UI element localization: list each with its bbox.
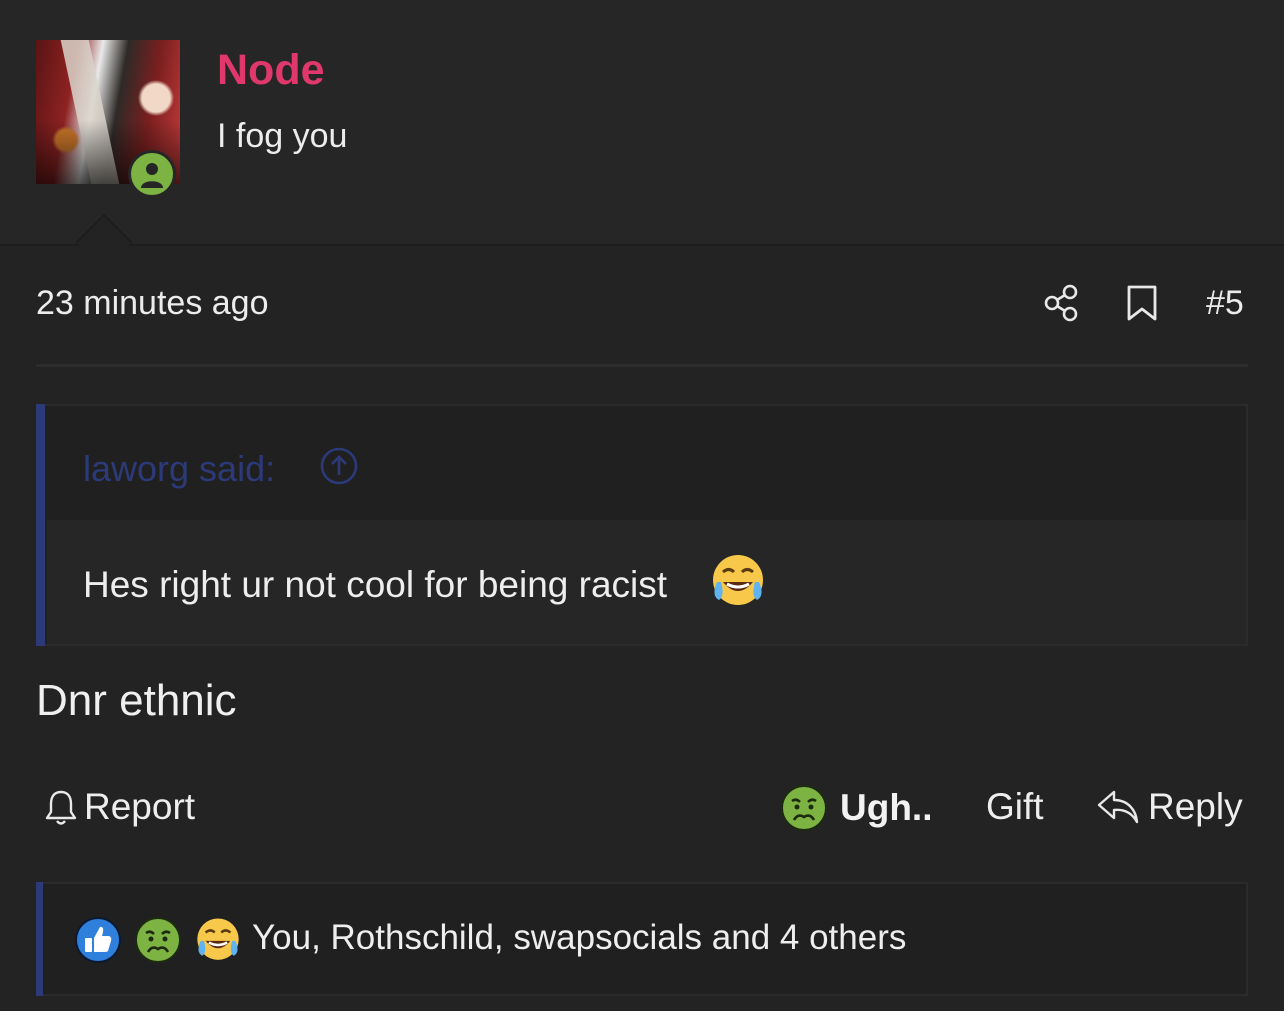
reaction-button[interactable]: Ugh..: [780, 784, 932, 832]
quote-accent-bar: [36, 404, 45, 646]
reactions-summary-link[interactable]: You, Rothschild, swapsocials and 4 other…: [252, 918, 906, 958]
laughing-tears-icon: [197, 918, 239, 960]
quote-author-link[interactable]: laworg said:: [83, 448, 275, 490]
report-label: Report: [84, 786, 196, 827]
share-icon[interactable]: [1044, 284, 1080, 327]
like-icon: [75, 917, 121, 963]
reply-label: Reply: [1148, 786, 1243, 827]
quote-text: Hes right ur not cool for being racist: [83, 564, 668, 605]
reaction-icons: [74, 916, 242, 964]
reactions-accent-bar: [36, 882, 43, 996]
author-name[interactable]: Node: [217, 46, 325, 95]
jump-to-quote-icon[interactable]: [319, 446, 359, 491]
bell-icon: [45, 790, 77, 825]
quote-block: laworg said: Hes right ur not cool for b…: [36, 404, 1248, 646]
reactions-bar: You, Rothschild, swapsocials and 4 other…: [36, 882, 1248, 996]
author-title: I fog you: [217, 117, 348, 155]
quote-body: Hes right ur not cool for being racist: [47, 520, 1246, 644]
online-status-icon: [128, 150, 176, 198]
reaction-label: Ugh..: [840, 787, 933, 828]
laughing-tears-icon: [709, 552, 767, 615]
gift-button[interactable]: Gift: [986, 786, 1044, 828]
reply-arrow-icon: [1097, 790, 1139, 824]
nauseated-face-icon: [781, 785, 827, 831]
quote-header: laworg said:: [47, 406, 1246, 520]
report-button[interactable]: Report: [44, 786, 195, 828]
nauseated-face-icon: [135, 917, 181, 963]
header-divider: [36, 364, 1248, 367]
author-header: Node I fog you: [0, 0, 1284, 246]
post-message: Dnr ethnic: [36, 676, 237, 725]
post-number-link[interactable]: #5: [1206, 284, 1244, 323]
post-timestamp[interactable]: 23 minutes ago: [36, 284, 269, 323]
bookmark-icon[interactable]: [1126, 284, 1158, 327]
user-silhouette-icon: [141, 163, 163, 188]
reply-button[interactable]: Reply: [1096, 786, 1243, 828]
